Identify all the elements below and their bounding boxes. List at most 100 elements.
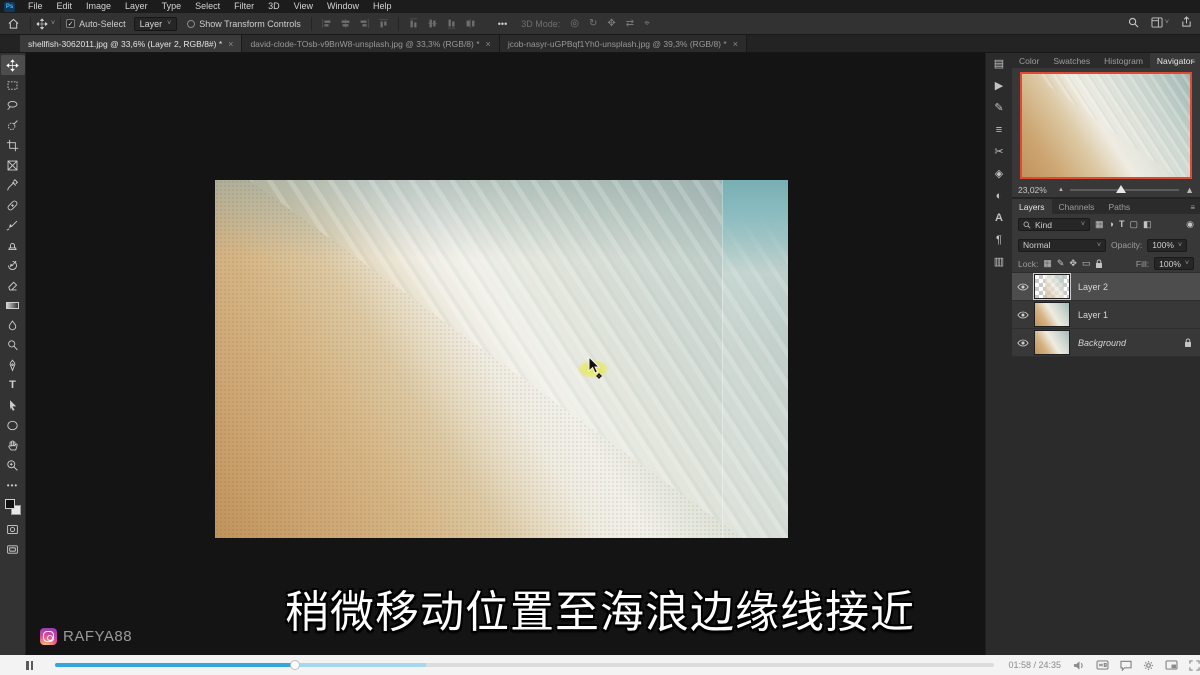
menu-window[interactable]: Window: [320, 0, 366, 13]
lasso-tool[interactable]: [1, 95, 25, 115]
pip-icon[interactable]: [1165, 660, 1178, 670]
move-tool-preset-icon[interactable]: ˅: [36, 18, 55, 30]
close-icon[interactable]: ×: [486, 39, 491, 49]
layer-thumbnail[interactable]: [1034, 302, 1070, 327]
pause-button[interactable]: [26, 661, 33, 670]
filter-shape-layers-icon[interactable]: ▢: [1129, 220, 1138, 229]
auto-select-checkbox[interactable]: ✓ Auto-Select: [66, 19, 126, 29]
character-panel-icon[interactable]: A: [995, 213, 1003, 224]
menu-select[interactable]: Select: [188, 0, 227, 13]
color-swatches[interactable]: [5, 499, 21, 515]
layer-thumbnail[interactable]: [1034, 274, 1070, 299]
menu-layer[interactable]: Layer: [118, 0, 155, 13]
zoom-slider-thumb[interactable]: [1116, 185, 1126, 193]
quick-selection-tool[interactable]: [1, 115, 25, 135]
search-icon[interactable]: [1128, 17, 1139, 28]
menu-edit[interactable]: Edit: [50, 0, 80, 13]
show-transform-checkbox[interactable]: Show Transform Controls: [187, 19, 301, 29]
lock-position-icon[interactable]: ✥: [1069, 259, 1077, 268]
type-tool[interactable]: T: [1, 375, 25, 395]
close-icon[interactable]: ×: [228, 39, 233, 49]
pen-tool[interactable]: [1, 355, 25, 375]
clone-stamp-tool[interactable]: [1, 235, 25, 255]
menu-3d[interactable]: 3D: [261, 0, 287, 13]
brush-tool[interactable]: [1, 215, 25, 235]
properties-panel-icon[interactable]: ≡: [996, 125, 1002, 136]
layer-row-layer1[interactable]: Layer 1: [1012, 301, 1200, 329]
frame-tool[interactable]: [1, 155, 25, 175]
brush-settings-panel-icon[interactable]: ✎: [994, 103, 1003, 114]
navigator-preview[interactable]: [1020, 72, 1192, 179]
libraries-panel-icon[interactable]: ▥: [994, 257, 1004, 268]
threed-panel-icon[interactable]: ◈: [995, 169, 1003, 180]
menu-help[interactable]: Help: [366, 0, 399, 13]
crop-tool[interactable]: [1, 135, 25, 155]
lock-pixels-icon[interactable]: ✎: [1057, 259, 1065, 268]
doc-tab-david-clode[interactable]: david-clode-TOsb-v9BnW8-unsplash.jpg @ 3…: [242, 35, 499, 52]
lock-artboard-icon[interactable]: ▭: [1082, 259, 1091, 268]
filter-kind-dropdown[interactable]: Kind ˅: [1018, 218, 1090, 231]
screen-mode-button[interactable]: [1, 539, 25, 559]
tab-channels[interactable]: Channels: [1052, 199, 1102, 214]
tab-histogram[interactable]: Histogram: [1097, 53, 1150, 68]
history-brush-tool[interactable]: [1, 255, 25, 275]
menu-type[interactable]: Type: [155, 0, 189, 13]
tab-swatches[interactable]: Swatches: [1046, 53, 1097, 68]
quick-mask-button[interactable]: [1, 519, 25, 539]
zoom-value[interactable]: 23,02%: [1018, 185, 1052, 195]
fill-dropdown[interactable]: 100% ˅: [1154, 257, 1194, 270]
layer-thumbnail[interactable]: [1034, 330, 1070, 355]
layer-name[interactable]: Layer 2: [1078, 282, 1200, 292]
visibility-eye-icon[interactable]: [1012, 339, 1034, 347]
doc-tab-shellfish[interactable]: shellfish-3062011.jpg @ 33,6% (Layer 2, …: [20, 35, 242, 52]
menu-view[interactable]: View: [287, 0, 320, 13]
menu-file[interactable]: File: [21, 0, 50, 13]
document-image[interactable]: [215, 180, 788, 538]
panel-menu-icon[interactable]: ≡: [1190, 57, 1196, 66]
progress-bar[interactable]: [55, 663, 994, 667]
more-options-button[interactable]: •••: [498, 19, 507, 29]
layer-row-background[interactable]: Background: [1012, 329, 1200, 357]
quality-icon[interactable]: [1096, 660, 1109, 670]
eyedropper-tool[interactable]: [1, 175, 25, 195]
blur-tool[interactable]: [1, 315, 25, 335]
opacity-dropdown[interactable]: 100% ˅: [1147, 239, 1187, 252]
zoom-tool[interactable]: [1, 455, 25, 475]
settings-gear-icon[interactable]: [1143, 660, 1154, 671]
hand-tool[interactable]: [1, 435, 25, 455]
paragraph-panel-icon[interactable]: ¶: [996, 235, 1002, 246]
blend-mode-dropdown[interactable]: Normal ˅: [1018, 239, 1106, 252]
zoom-out-icon[interactable]: ▲: [1058, 187, 1064, 193]
marquee-tool[interactable]: [1, 75, 25, 95]
visibility-eye-icon[interactable]: [1012, 311, 1034, 319]
comment-icon[interactable]: [1120, 660, 1132, 671]
layer-name[interactable]: Layer 1: [1078, 310, 1200, 320]
tab-layers[interactable]: Layers: [1012, 199, 1052, 214]
lock-transparency-icon[interactable]: ▦: [1043, 259, 1052, 268]
fullscreen-icon[interactable]: [1189, 660, 1200, 671]
tab-color[interactable]: Color: [1012, 53, 1046, 68]
shape-tool[interactable]: [1, 415, 25, 435]
doc-tab-jcob-nasyr[interactable]: jcob-nasyr-uGPBqf1Yh0-unsplash.jpg @ 39,…: [500, 35, 747, 52]
layer-name[interactable]: Background: [1078, 338, 1184, 348]
edit-toolbar-icon[interactable]: •••: [1, 475, 25, 495]
eraser-tool[interactable]: [1, 275, 25, 295]
auto-select-target-dropdown[interactable]: Layer ˅: [134, 17, 178, 31]
dodge-tool[interactable]: [1, 335, 25, 355]
workspace-switcher-icon[interactable]: ˅: [1151, 17, 1169, 28]
tab-paths[interactable]: Paths: [1101, 199, 1137, 214]
lock-all-icon[interactable]: [1095, 259, 1103, 269]
home-icon[interactable]: [8, 18, 19, 29]
zoom-in-icon[interactable]: ▲: [1185, 185, 1194, 195]
visibility-eye-icon[interactable]: [1012, 283, 1034, 291]
spot-healing-tool[interactable]: [1, 195, 25, 215]
volume-icon[interactable]: [1073, 660, 1085, 671]
adjustments-panel-icon[interactable]: ◐: [996, 191, 1003, 202]
layer-row-layer2[interactable]: Layer 2: [1012, 273, 1200, 301]
actions-panel-icon[interactable]: ▶: [995, 81, 1003, 92]
filter-adjustment-layers-icon[interactable]: ◑: [1109, 220, 1114, 229]
progress-thumb[interactable]: [290, 660, 300, 670]
filter-type-layers-icon[interactable]: T: [1119, 220, 1125, 229]
filter-smart-objects-icon[interactable]: ◧: [1143, 220, 1152, 229]
gradient-tool[interactable]: [1, 295, 25, 315]
